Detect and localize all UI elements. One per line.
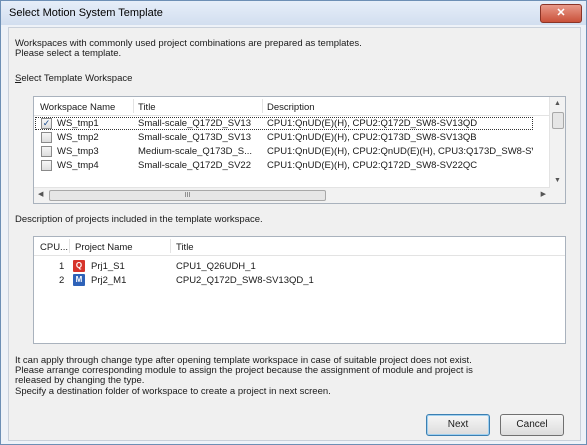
workspace-title: Medium-scale_Q173D_S...	[138, 146, 253, 157]
workspace-name: WS_tmp2	[57, 132, 99, 143]
project-title: CPU1_Q26UDH_1	[176, 261, 256, 272]
table-row[interactable]: WS_tmp2 Small-scale_Q173D_SV13 CPU1:QnUD…	[35, 131, 533, 144]
cancel-button[interactable]: Cancel	[500, 414, 564, 436]
title-bar[interactable]: Select Motion System Template ✕	[1, 1, 586, 25]
project-name: Prj2_M1	[91, 275, 127, 286]
scroll-down-icon[interactable]: ▼	[554, 177, 561, 185]
cpu-number: 2	[59, 275, 65, 286]
template-workspace-label: Select Template Workspace	[15, 73, 132, 84]
column-header-workspace-name[interactable]: Workspace Name	[40, 102, 115, 113]
workspace-table: Workspace Name Title Description ✓ WS_tm…	[33, 96, 566, 204]
next-button[interactable]: Next	[426, 414, 490, 436]
projects-description-label: Description of projects included in the …	[15, 214, 263, 225]
row-checkbox[interactable]	[41, 132, 52, 143]
scroll-right-icon[interactable]: ▶	[541, 191, 546, 199]
horizontal-scroll-thumb[interactable]: III	[49, 190, 326, 201]
workspace-description: CPU1:QnUD(E)(H), CPU2:Q172D_SW8-SV22QC	[267, 160, 478, 171]
row-checkbox[interactable]	[41, 160, 52, 171]
workspace-description: CPU1:QnUD(E)(H), CPU2:Q173D_SW8-SV13QB	[267, 132, 477, 143]
cpu-number: 1	[59, 261, 65, 272]
column-divider[interactable]	[262, 99, 263, 113]
column-header-project-name[interactable]: Project Name	[75, 242, 133, 253]
workspace-description: CPU1:QnUD(E)(H), CPU2:Q172D_SW8-SV13QD	[267, 118, 478, 129]
table-row[interactable]: 1 Q Prj1_S1 CPU1_Q26UDH_1	[35, 260, 555, 273]
scrollbar-corner	[550, 188, 565, 203]
note-line3: released by changing the type.	[15, 375, 145, 386]
workspace-title: Small-scale_Q173D_SV13	[138, 132, 252, 143]
projects-table: CPU... Project Name Title 1 Q Prj1_S1 CP…	[33, 236, 566, 344]
column-header-cpu[interactable]: CPU...	[40, 242, 68, 253]
workspace-name: WS_tmp3	[57, 146, 99, 157]
close-button[interactable]: ✕	[540, 4, 582, 23]
projects-table-header: CPU... Project Name Title	[34, 237, 565, 256]
table-row[interactable]: 2 M Prj2_M1 CPU2_Q172D_SW8-SV13QD_1	[35, 274, 555, 287]
template-workspace-label-text: elect Template Workspace	[21, 73, 133, 84]
plc-project-icon: Q	[73, 260, 85, 272]
project-title: CPU2_Q172D_SW8-SV13QD_1	[176, 275, 314, 286]
workspace-name: WS_tmp4	[57, 160, 99, 171]
dialog-window: Select Motion System Template ✕ Workspac…	[0, 0, 587, 445]
column-header-title[interactable]: Title	[138, 102, 156, 113]
table-row[interactable]: WS_tmp3 Medium-scale_Q173D_S... CPU1:QnU…	[35, 145, 533, 158]
workspace-table-header: Workspace Name Title Description	[34, 97, 565, 116]
window-title: Select Motion System Template	[9, 7, 163, 19]
project-name: Prj1_S1	[91, 261, 125, 272]
workspace-description: CPU1:QnUD(E)(H), CPU2:QnUD(E)(H), CPU3:Q…	[267, 146, 533, 157]
vertical-scroll-thumb[interactable]	[552, 112, 564, 129]
column-divider[interactable]	[133, 99, 134, 113]
scroll-left-icon[interactable]: ◀	[38, 191, 43, 199]
row-checkbox[interactable]	[41, 146, 52, 157]
intro-text-line2: Please select a template.	[15, 48, 122, 59]
dialog-body: Workspaces with commonly used project co…	[8, 27, 581, 441]
column-divider[interactable]	[69, 239, 70, 253]
row-checkbox[interactable]: ✓	[41, 118, 52, 129]
workspace-title: Small-scale_Q172D_SV22	[138, 160, 252, 171]
horizontal-scrollbar[interactable]: ◀ III ▶	[34, 187, 550, 203]
column-header-description[interactable]: Description	[267, 102, 315, 113]
close-icon: ✕	[556, 7, 566, 19]
column-header-project-title[interactable]: Title	[176, 242, 194, 253]
note-line4: Specify a destination folder of workspac…	[15, 386, 331, 397]
motion-project-icon: M	[73, 274, 85, 286]
workspace-name: WS_tmp1	[57, 118, 99, 129]
scroll-up-icon[interactable]: ▲	[554, 100, 561, 108]
table-row[interactable]: ✓ WS_tmp1 Small-scale_Q172D_SV13 CPU1:Qn…	[35, 117, 533, 130]
workspace-title: Small-scale_Q172D_SV13	[138, 118, 252, 129]
vertical-scrollbar[interactable]: ▲ ▼	[549, 97, 565, 188]
column-divider[interactable]	[170, 239, 171, 253]
table-row[interactable]: WS_tmp4 Small-scale_Q172D_SV22 CPU1:QnUD…	[35, 159, 533, 172]
